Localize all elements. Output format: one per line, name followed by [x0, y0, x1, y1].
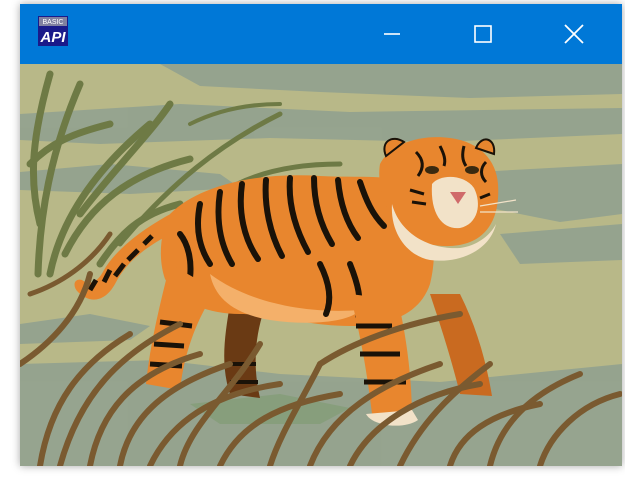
window-title: [20, 4, 21, 5]
icon-small-text: BASIC: [42, 19, 63, 26]
icon-main-text: API: [39, 29, 66, 46]
image-canvas: [20, 64, 622, 466]
app-window: BASIC API: [20, 4, 622, 466]
api-logo-icon[interactable]: BASIC API: [38, 16, 68, 46]
maximize-button[interactable]: [449, 4, 517, 64]
close-icon: [564, 24, 584, 44]
tiger-clipart: [20, 64, 622, 466]
maximize-icon: [474, 25, 492, 43]
minimize-icon: [384, 33, 400, 35]
close-button[interactable]: [540, 4, 608, 64]
minimize-button[interactable]: [358, 4, 426, 64]
title-bar[interactable]: BASIC API: [20, 4, 622, 64]
